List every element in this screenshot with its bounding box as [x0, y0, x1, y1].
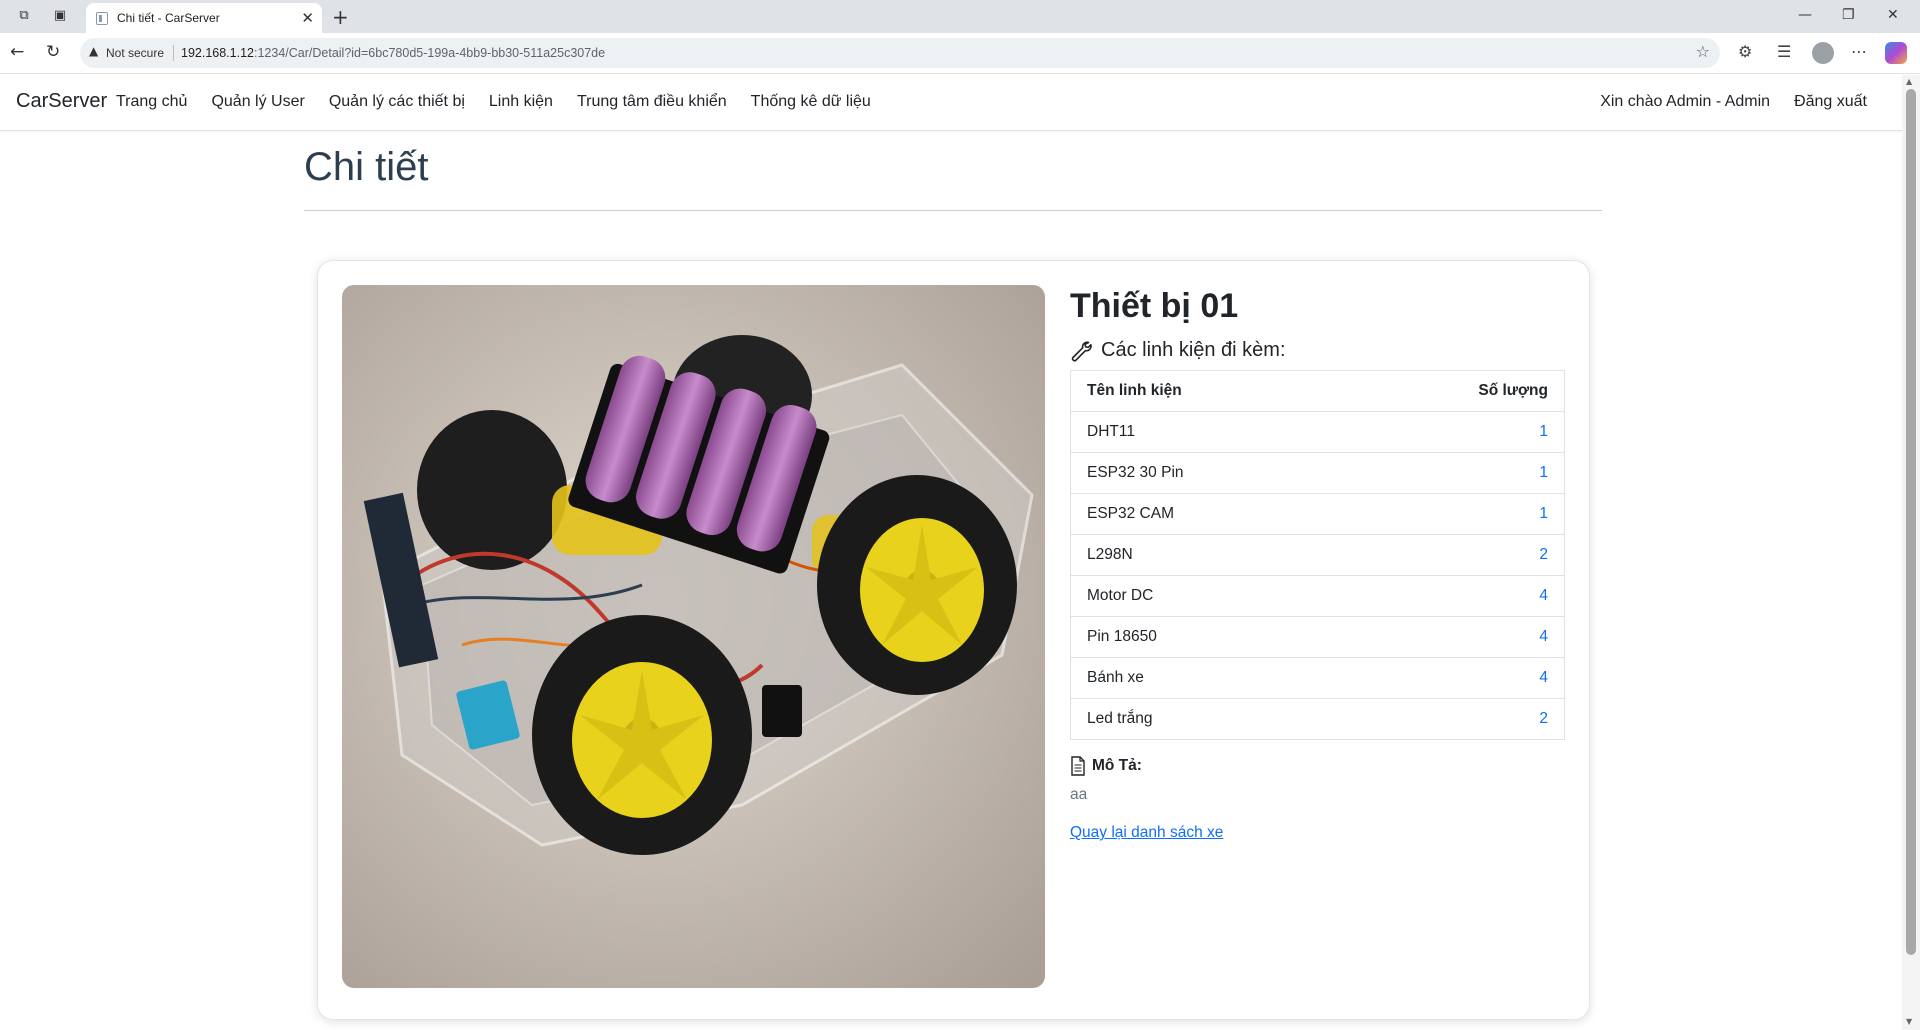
restore-icon[interactable]: ❐ — [1842, 7, 1855, 23]
component-name: ESP32 30 Pin — [1070, 452, 1347, 494]
window-close-icon[interactable]: ✕ — [1887, 7, 1899, 23]
component-qty: 2 — [1346, 534, 1565, 576]
address-bar[interactable]: ▲ Not secure 192.168.1.12:1234/Car/Detai… — [80, 38, 1720, 68]
browser-tab[interactable]: Chi tiết - CarServer ✕ — [86, 3, 322, 33]
favorites-icon[interactable]: ☰ — [1777, 42, 1791, 61]
component-qty: 1 — [1346, 493, 1565, 535]
nav-link-users[interactable]: Quản lý User — [211, 93, 304, 111]
document-icon — [1071, 756, 1085, 776]
workspaces-icon[interactable]: ⧉ — [16, 8, 32, 24]
device-detail: Thiết bị 01 Các linh kiện đi kèm: Tên li… — [1070, 285, 1565, 842]
description-label: Mô Tả: — [1092, 757, 1142, 774]
favorite-star-icon[interactable]: ☆ — [1696, 42, 1710, 61]
user-greeting[interactable]: Xin chào Admin - Admin — [1600, 93, 1770, 111]
nav-link-components[interactable]: Linh kiện — [489, 93, 553, 111]
minimize-icon[interactable]: — — [1798, 7, 1812, 23]
component-name: L298N — [1070, 534, 1347, 576]
page-viewport: CarServer Trang chủ Quản lý User Quản lý… — [0, 75, 1902, 1030]
component-name: DHT11 — [1070, 411, 1347, 453]
divider — [173, 45, 174, 61]
component-name: ESP32 CAM — [1070, 493, 1347, 535]
page-title: Chi tiết — [304, 145, 429, 189]
components-table: Tên linh kiện Số lượng DHT11 1 ESP32 30 P… — [1070, 370, 1565, 740]
scroll-down-icon[interactable]: ▼ — [1906, 1017, 1912, 1026]
table-row: Pin 18650 4 — [1070, 616, 1565, 658]
nav-link-devices[interactable]: Quản lý các thiết bị — [329, 93, 465, 111]
component-qty: 4 — [1346, 575, 1565, 617]
back-to-list-link[interactable]: Quay lại danh sách xe — [1070, 824, 1223, 842]
component-name: Pin 18650 — [1070, 616, 1347, 658]
new-tab-icon[interactable]: + — [332, 5, 349, 29]
wrench-icon — [1071, 340, 1092, 361]
component-qty: 4 — [1346, 657, 1565, 699]
device-photo — [342, 285, 1045, 988]
extensions-icon[interactable]: ⚙ — [1738, 42, 1752, 61]
component-name: Bánh xe — [1070, 657, 1347, 699]
nav-link-home[interactable]: Trang chủ — [116, 93, 187, 111]
more-options-icon[interactable]: ⋯ — [1851, 42, 1867, 61]
component-qty: 2 — [1346, 698, 1565, 740]
page-favicon-icon — [96, 12, 108, 25]
table-row: Bánh xe 4 — [1070, 657, 1565, 699]
reload-icon[interactable]: ↻ — [46, 42, 60, 62]
close-tab-icon[interactable]: ✕ — [301, 9, 314, 27]
table-row: ESP32 30 Pin 1 — [1070, 452, 1565, 494]
table-row: Led trắng 2 — [1070, 698, 1565, 740]
device-name: Thiết bị 01 — [1070, 287, 1239, 325]
component-name: Motor DC — [1070, 575, 1347, 617]
table-row: L298N 2 — [1070, 534, 1565, 576]
column-header-qty: Số lượng — [1346, 370, 1565, 412]
table-row: DHT11 1 — [1070, 411, 1565, 453]
browser-toolbar: ← ↻ ▲ Not secure 192.168.1.12:1234/Car/D… — [0, 33, 1920, 74]
component-qty: 1 — [1346, 452, 1565, 494]
vertical-tabs-icon[interactable]: ▣ — [52, 8, 68, 24]
logout-link[interactable]: Đăng xuất — [1794, 93, 1867, 111]
component-name: Led trắng — [1070, 698, 1347, 740]
profile-avatar[interactable] — [1812, 42, 1834, 64]
component-qty: 1 — [1346, 411, 1565, 453]
components-heading: Các linh kiện đi kèm: — [1070, 339, 1565, 362]
app-navbar: CarServer Trang chủ Quản lý User Quản lý… — [0, 75, 1902, 131]
nav-link-statistics[interactable]: Thống kê dữ liệu — [751, 93, 871, 111]
back-icon[interactable]: ← — [10, 42, 24, 62]
brand-link[interactable]: CarServer — [16, 90, 107, 113]
security-label[interactable]: Not secure — [106, 46, 164, 60]
title-divider — [304, 210, 1602, 211]
warning-icon: ▲ — [89, 44, 99, 58]
page-scrollbar[interactable]: ▲ ▼ — [1902, 75, 1920, 1030]
table-row: ESP32 CAM 1 — [1070, 493, 1565, 535]
device-card: Thiết bị 01 Các linh kiện đi kèm: Tên li… — [317, 260, 1590, 1020]
tab-title: Chi tiết - CarServer — [117, 11, 220, 25]
components-heading-label: Các linh kiện đi kèm: — [1101, 339, 1286, 361]
url-text[interactable]: 192.168.1.12:1234/Car/Detail?id=6bc780d5… — [181, 46, 605, 60]
table-header-row: Tên linh kiện Số lượng — [1070, 370, 1565, 412]
user-nav: Xin chào Admin - Admin Đăng xuất — [1576, 93, 1867, 111]
description-value: aa — [1070, 786, 1088, 803]
scrollbar-thumb[interactable] — [1906, 89, 1916, 955]
nav-link-control-center[interactable]: Trung tâm điều khiển — [577, 93, 727, 111]
component-qty: 4 — [1346, 616, 1565, 658]
table-row: Motor DC 4 — [1070, 575, 1565, 617]
column-header-name: Tên linh kiện — [1070, 370, 1347, 412]
nav-links: Trang chủ Quản lý User Quản lý các thiết… — [116, 93, 895, 111]
copilot-icon[interactable] — [1885, 42, 1907, 64]
description-heading: Mô Tả: — [1070, 756, 1565, 776]
scroll-up-icon[interactable]: ▲ — [1906, 77, 1912, 86]
browser-tab-bar: ⧉ ▣ Chi tiết - CarServer ✕ + — ❐ ✕ — [0, 0, 1920, 33]
